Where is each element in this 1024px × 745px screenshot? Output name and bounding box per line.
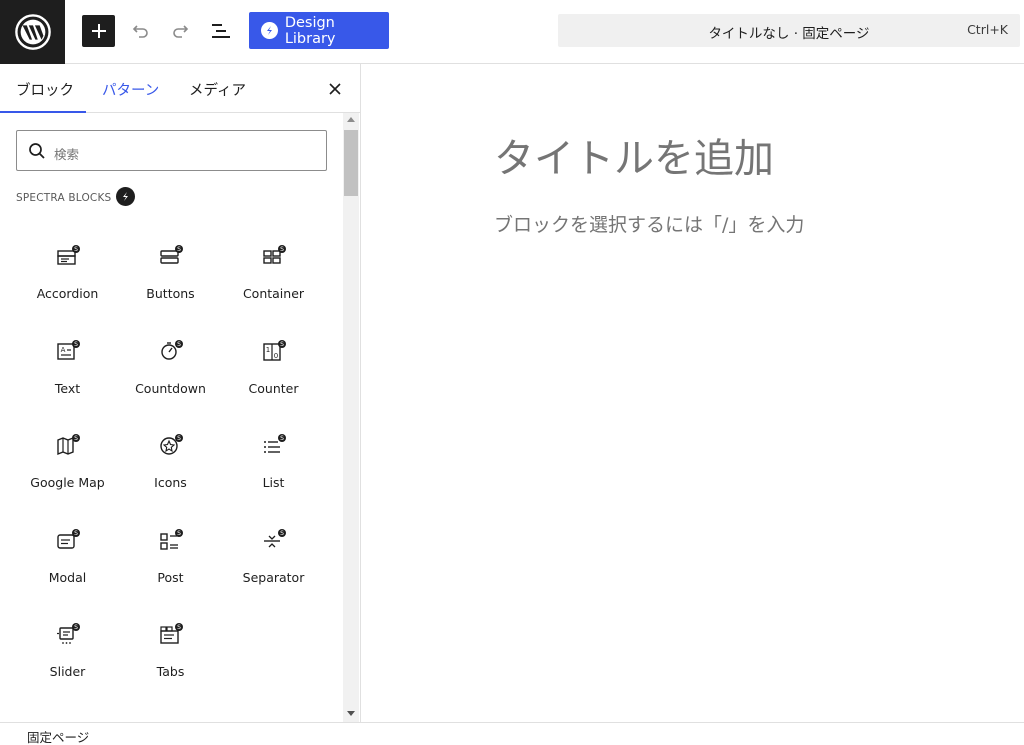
block-label: Separator <box>242 570 305 585</box>
svg-text:S: S <box>280 246 284 253</box>
inserter-tabs: ブロック パターン メディア <box>0 64 360 113</box>
block-label: Tabs <box>156 664 185 679</box>
block-label: Modal <box>48 570 87 585</box>
block-label: Icons <box>154 475 187 490</box>
container-icon: S <box>263 245 286 264</box>
block-tabs[interactable]: S Tabs <box>119 622 222 712</box>
block-google-map[interactable]: S Google Map <box>16 433 119 523</box>
design-library-button[interactable]: Design Library <box>249 12 389 49</box>
search-input[interactable]: 検索 <box>16 130 327 171</box>
block-buttons[interactable]: S Buttons <box>119 244 222 334</box>
counter-icon: 1 0 S <box>263 340 286 361</box>
scroll-thumb[interactable] <box>344 130 358 196</box>
accordion-icon: S <box>57 245 80 265</box>
command-palette-bar[interactable]: タイトルなし · 固定ページ Ctrl+K <box>558 14 1020 47</box>
block-slider[interactable]: S Slider <box>16 622 119 712</box>
add-block-button[interactable] <box>82 15 115 47</box>
plus-icon <box>91 24 106 38</box>
sidebar-scrollbar[interactable] <box>343 113 359 722</box>
design-library-label: Design Library <box>284 14 336 47</box>
countdown-icon: S <box>161 340 183 360</box>
block-text[interactable]: A S Text <box>16 339 119 429</box>
category-title: SPECTRA BLOCKS <box>16 192 112 204</box>
document-title: タイトルなし · 固定ページ <box>708 26 870 42</box>
svg-text:S: S <box>280 435 284 442</box>
block-label: Accordion <box>36 286 99 301</box>
undo-icon <box>132 25 148 38</box>
svg-text:S: S <box>74 246 78 253</box>
search-placeholder: 検索 <box>54 147 80 162</box>
svg-text:S: S <box>177 530 181 537</box>
block-label: Counter <box>248 381 299 396</box>
tabs-icon: S <box>160 623 183 644</box>
block-countdown[interactable]: S Countdown <box>119 339 222 429</box>
close-icon <box>329 83 341 95</box>
list-icon: S <box>264 434 286 453</box>
block-label: List <box>262 475 285 490</box>
svg-text:S: S <box>177 624 181 631</box>
separator-icon: S <box>264 529 286 548</box>
svg-text:S: S <box>280 530 284 537</box>
inserter-content: 検索 SPECTRA BLOCKS S Accordion S Buttons … <box>0 113 360 722</box>
block-post[interactable]: S Post <box>119 528 222 618</box>
search-icon <box>29 143 45 159</box>
block-container[interactable]: S Container <box>222 244 325 334</box>
block-counter[interactable]: 1 0 S Counter <box>222 339 325 429</box>
shortcut-hint: Ctrl+K <box>967 22 1008 37</box>
block-label: Slider <box>49 664 86 679</box>
block-separator[interactable]: S Separator <box>222 528 325 618</box>
block-modal[interactable]: S Modal <box>16 528 119 618</box>
list-view-button[interactable] <box>206 16 236 46</box>
editor-header: Design Library タイトルなし · 固定ページ Ctrl+K <box>0 0 1024 64</box>
default-block-appender[interactable]: ブロックを選択するには「/」を入力 <box>494 210 804 237</box>
post-icon: S <box>160 529 183 550</box>
svg-text:A: A <box>61 346 66 354</box>
svg-text:S: S <box>177 246 181 253</box>
svg-text:S: S <box>280 341 284 348</box>
redo-button[interactable] <box>166 16 196 46</box>
block-label: Post <box>157 570 184 585</box>
spectra-icon <box>261 22 278 39</box>
modal-icon: S <box>57 529 80 549</box>
post-title-input[interactable]: タイトルを追加 <box>494 126 774 184</box>
block-label: Container <box>242 286 305 301</box>
tab-patterns[interactable]: パターン <box>102 79 159 100</box>
text-icon: A S <box>57 340 80 360</box>
block-list[interactable]: S List <box>222 433 325 523</box>
buttons-icon: S <box>160 245 183 264</box>
wordpress-logo-icon[interactable] <box>0 0 65 64</box>
svg-text:S: S <box>177 341 181 348</box>
block-label: Buttons <box>146 286 195 301</box>
block-icons[interactable]: S Icons <box>119 433 222 523</box>
undo-button[interactable] <box>125 16 155 46</box>
block-accordion[interactable]: S Accordion <box>16 244 119 334</box>
editor-footer: 固定ページ <box>0 722 1024 745</box>
icons-icon: S <box>160 434 183 455</box>
scroll-up-arrow[interactable] <box>347 117 355 122</box>
redo-icon <box>173 25 189 38</box>
map-icon: S <box>57 434 80 456</box>
svg-text:1: 1 <box>266 346 270 354</box>
svg-text:S: S <box>74 530 78 537</box>
spectra-icon <box>116 187 135 206</box>
block-label: Text <box>54 381 81 396</box>
editor-canvas: タイトルを追加 ブロックを選択するには「/」を入力 <box>361 64 1024 722</box>
svg-text:S: S <box>74 435 78 442</box>
list-view-icon <box>212 24 230 38</box>
block-label: Countdown <box>135 381 206 396</box>
svg-text:S: S <box>74 624 78 631</box>
tab-blocks[interactable]: ブロック <box>16 79 74 100</box>
breadcrumb[interactable]: 固定ページ <box>27 727 89 745</box>
slider-icon: S <box>57 623 80 644</box>
tab-media[interactable]: メディア <box>189 79 246 100</box>
svg-text:S: S <box>177 435 181 442</box>
svg-text:S: S <box>74 341 78 348</box>
block-inserter-panel: ブロック パターン メディア 検索 SPECTRA BLOCKS S Accor… <box>0 64 361 722</box>
svg-text:0: 0 <box>274 352 278 360</box>
block-label: Google Map <box>30 475 105 490</box>
close-inserter-button[interactable] <box>322 76 348 102</box>
scroll-down-arrow[interactable] <box>347 711 355 716</box>
